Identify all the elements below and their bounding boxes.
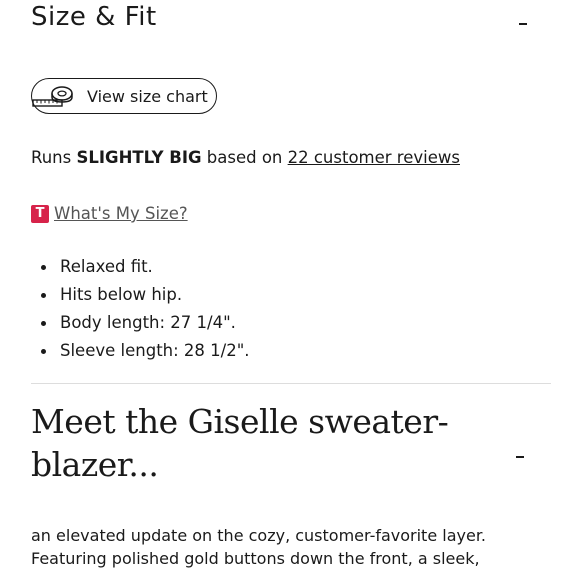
list-item: Sleeve length: 28 1/2". [0,340,250,368]
promo-collapse-button[interactable] [510,445,534,469]
bullet-icon [41,321,46,326]
view-size-chart-button[interactable]: View size chart [31,78,217,114]
minus-icon [519,23,527,25]
promo-body-line: Featuring polished gold buttons down the… [31,549,480,568]
promo-title: Meet the Giselle sweater-blazer... [31,402,449,484]
promo-body-line: an elevated update on the cozy, customer… [31,526,487,545]
list-item: Relaxed fit. [0,256,250,284]
size-fit-title: Size & Fit [31,2,157,32]
list-item-text: Body length: 27 1/4". [60,313,236,332]
fit-rating: Runs SLIGHTLY BIG based on 22 customer r… [31,148,460,167]
minus-icon [516,456,524,458]
view-size-chart-label: View size chart [87,87,208,106]
list-item-text: Relaxed fit. [60,257,153,276]
whats-my-size-link[interactable]: What's My Size? [54,204,188,223]
section-divider [31,383,551,384]
size-fit-collapse-button[interactable] [513,12,537,36]
bullet-icon [41,293,46,298]
fit-middle: based on [201,148,288,167]
tape-measure-icon [32,86,73,107]
promo-description: an elevated update on the cozy, customer… [31,524,561,570]
list-item-text: Hits below hip. [60,285,183,304]
list-item: Hits below hip. [0,284,250,312]
reviews-link[interactable]: 22 customer reviews [288,148,460,167]
bullet-icon [41,349,46,354]
list-item-text: Sleeve length: 28 1/2". [60,341,250,360]
bullet-icon [41,265,46,270]
fit-rating-value: SLIGHTLY BIG [76,148,202,167]
fit-details-list: Relaxed fit. Hits below hip. Body length… [0,256,250,368]
list-item: Body length: 27 1/4". [0,312,250,340]
fit-prefix: Runs [31,148,77,167]
t-logo-icon: T [31,205,49,223]
